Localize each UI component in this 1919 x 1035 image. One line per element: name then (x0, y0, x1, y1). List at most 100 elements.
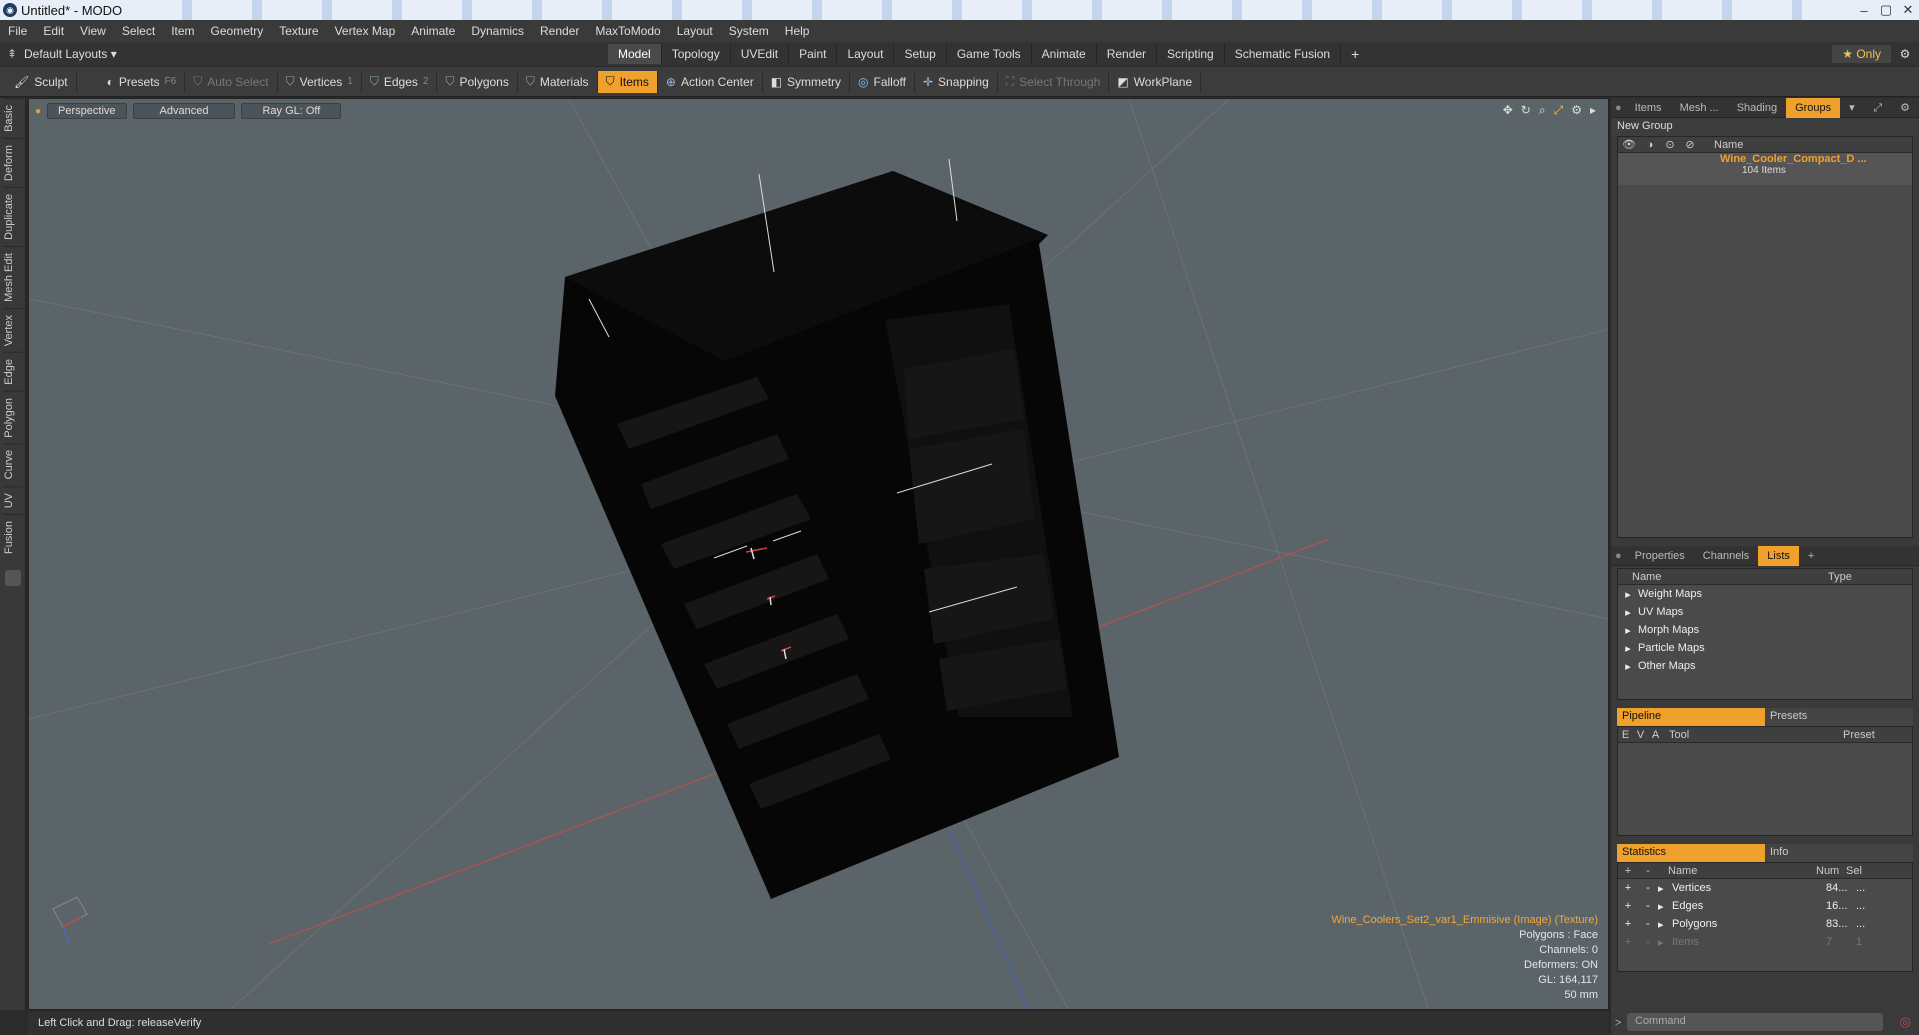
symmetry-button[interactable]: ◧ Symmetry (763, 70, 851, 93)
tab-statistics[interactable]: Statistics (1617, 844, 1765, 862)
tab-model[interactable]: Model (608, 44, 662, 64)
viewport-expand-icon[interactable]: ▸ (1590, 103, 1596, 118)
sculpt-button[interactable]: 🖌 Sculpt (6, 70, 77, 93)
expand-arrow-icon[interactable]: ▸ (1658, 936, 1672, 949)
stats-row-items[interactable]: + - ▸ Items 7 1 (1618, 933, 1912, 951)
panel-settings-icon[interactable]: ⚙ (1891, 98, 1919, 118)
menu-render[interactable]: Render (532, 24, 587, 38)
tab-groups[interactable]: Groups (1786, 97, 1841, 118)
menu-vertex-map[interactable]: Vertex Map (327, 24, 404, 38)
stats-row-polygons[interactable]: + - ▸ Polygons 83...... (1618, 915, 1912, 933)
lock-icon[interactable]: ⊙ (1660, 138, 1680, 151)
add-tab-button[interactable]: + (1341, 44, 1369, 64)
tab-info[interactable]: Info (1765, 844, 1913, 862)
tab-layout[interactable]: Layout (837, 44, 895, 64)
menu-system[interactable]: System (721, 24, 777, 38)
remove-all-icon[interactable]: - (1638, 865, 1658, 877)
tab-game-tools[interactable]: Game Tools (947, 44, 1032, 64)
tab-setup[interactable]: Setup (894, 44, 947, 64)
add-icon[interactable]: + (1618, 936, 1638, 948)
select-through-button[interactable]: ⛶ Select Through (998, 70, 1110, 93)
tab-schematic-fusion[interactable]: Schematic Fusion (1225, 44, 1342, 64)
layout-preset-dropdown[interactable]: Default Layouts ▾ (24, 47, 584, 61)
maximize-button[interactable]: ▢ (1875, 2, 1897, 18)
menu-texture[interactable]: Texture (271, 24, 326, 38)
falloff-button[interactable]: ◎ Falloff (850, 70, 915, 93)
tab-uvedit[interactable]: UVEdit (731, 44, 790, 64)
wine-cooler-model[interactable] (555, 158, 1119, 899)
polygons-button[interactable]: ⛉ Polygons (437, 70, 518, 93)
menu-item[interactable]: Item (163, 24, 202, 38)
zoom-icon[interactable]: ⌕ (1539, 103, 1546, 118)
snapping-button[interactable]: ✛ Snapping (915, 70, 998, 93)
tab-polygon[interactable]: Polygon (2, 390, 23, 444)
tabs-dropdown-icon[interactable]: ▾ (1840, 98, 1864, 118)
remove-icon[interactable]: - (1638, 918, 1658, 930)
menu-select[interactable]: Select (114, 24, 163, 38)
panel-expand-icon[interactable]: ⤢ (1864, 98, 1891, 118)
menu-maxtomodo[interactable]: MaxToModo (587, 24, 668, 38)
add-icon[interactable]: + (1618, 882, 1638, 894)
tab-shading[interactable]: Shading (1728, 98, 1786, 118)
tab-items[interactable]: Items (1626, 98, 1671, 118)
rotate-icon[interactable]: ↻ (1521, 103, 1531, 118)
menu-dynamics[interactable]: Dynamics (463, 24, 532, 38)
expand-arrow-icon[interactable]: ▸ (1618, 642, 1638, 655)
expand-arrow-icon[interactable]: ▸ (1618, 606, 1638, 619)
tab-animate[interactable]: Animate (1032, 44, 1097, 64)
new-group-button[interactable]: New Group (1611, 118, 1919, 136)
visibility-eye-icon[interactable]: 👁 (1618, 138, 1640, 151)
record-icon[interactable]: ◎ (1900, 1014, 1911, 1030)
tab-duplicate[interactable]: Duplicate (2, 186, 23, 246)
edges-button[interactable]: ⛉ Edges 2 (362, 70, 438, 93)
tab-edge[interactable]: Edge (2, 351, 23, 391)
settings-gear-icon[interactable]: ⚙ (1891, 47, 1919, 61)
shading-mode-dropdown[interactable]: Advanced (132, 103, 236, 119)
menu-help[interactable]: Help (777, 24, 818, 38)
vertices-button[interactable]: ⛉ Vertices 1 (278, 70, 362, 93)
add-icon[interactable]: + (1618, 900, 1638, 912)
menu-geometry[interactable]: Geometry (203, 24, 272, 38)
menu-edit[interactable]: Edit (35, 24, 72, 38)
workplane-button[interactable]: ◩ WorkPlane (1109, 70, 1202, 93)
viewport-menu-icon[interactable]: ● (35, 106, 41, 117)
tab-properties[interactable]: Properties (1626, 546, 1694, 566)
presets-button[interactable]: ◐ Presets F6 (77, 70, 186, 93)
tab-topology[interactable]: Topology (662, 44, 731, 64)
tab-scripting[interactable]: Scripting (1157, 44, 1225, 64)
materials-button[interactable]: ⛉ Materials (518, 70, 598, 93)
command-input[interactable]: Command (1627, 1013, 1883, 1031)
tab-render[interactable]: Render (1097, 44, 1158, 64)
expand-arrow-icon[interactable]: ▸ (1618, 624, 1638, 637)
tab-basic[interactable]: Basic (2, 98, 23, 138)
menu-view[interactable]: View (72, 24, 114, 38)
render-icon[interactable]: ◑ (1640, 139, 1660, 151)
expand-arrow-icon[interactable]: ▸ (1658, 918, 1672, 931)
tab-uv[interactable]: UV (2, 485, 23, 515)
tab-presets[interactable]: Presets (1765, 708, 1913, 726)
group-row[interactable]: Wine_Cooler_Compact_D ... 104 Items (1618, 153, 1912, 185)
expand-arrow-icon[interactable]: ▸ (1658, 900, 1672, 913)
mid-panel-menu-icon[interactable]: ● (1611, 546, 1626, 566)
add-all-icon[interactable]: + (1618, 865, 1638, 877)
action-center-button[interactable]: ⊕ Action Center (658, 70, 763, 93)
tab-pipeline[interactable]: Pipeline (1617, 708, 1765, 726)
raygl-toggle[interactable]: Ray GL: Off (241, 103, 342, 119)
stats-row-edges[interactable]: + - ▸ Edges 16...... (1618, 897, 1912, 915)
list-item-other-maps[interactable]: ▸ Other Maps (1618, 657, 1912, 675)
remove-icon[interactable]: - (1638, 900, 1658, 912)
list-item-uv-maps[interactable]: ▸ UV Maps (1618, 603, 1912, 621)
menu-animate[interactable]: Animate (403, 24, 463, 38)
remove-icon[interactable]: - (1638, 882, 1658, 894)
view-type-dropdown[interactable]: Perspective (47, 103, 127, 119)
tab-lists[interactable]: Lists (1758, 545, 1799, 566)
menu-file[interactable]: File (0, 24, 35, 38)
menu-layout[interactable]: Layout (669, 24, 721, 38)
close-button[interactable]: ✕ (1897, 2, 1919, 18)
list-item-particle-maps[interactable]: ▸ Particle Maps (1618, 639, 1912, 657)
list-item-morph-maps[interactable]: ▸ Morph Maps (1618, 621, 1912, 639)
fit-icon[interactable]: ⤢ (1554, 103, 1564, 118)
tab-channels[interactable]: Channels (1694, 546, 1758, 566)
pan-icon[interactable]: ✥ (1503, 103, 1513, 118)
auto-select-button[interactable]: ⛉ Auto Select (185, 70, 278, 93)
